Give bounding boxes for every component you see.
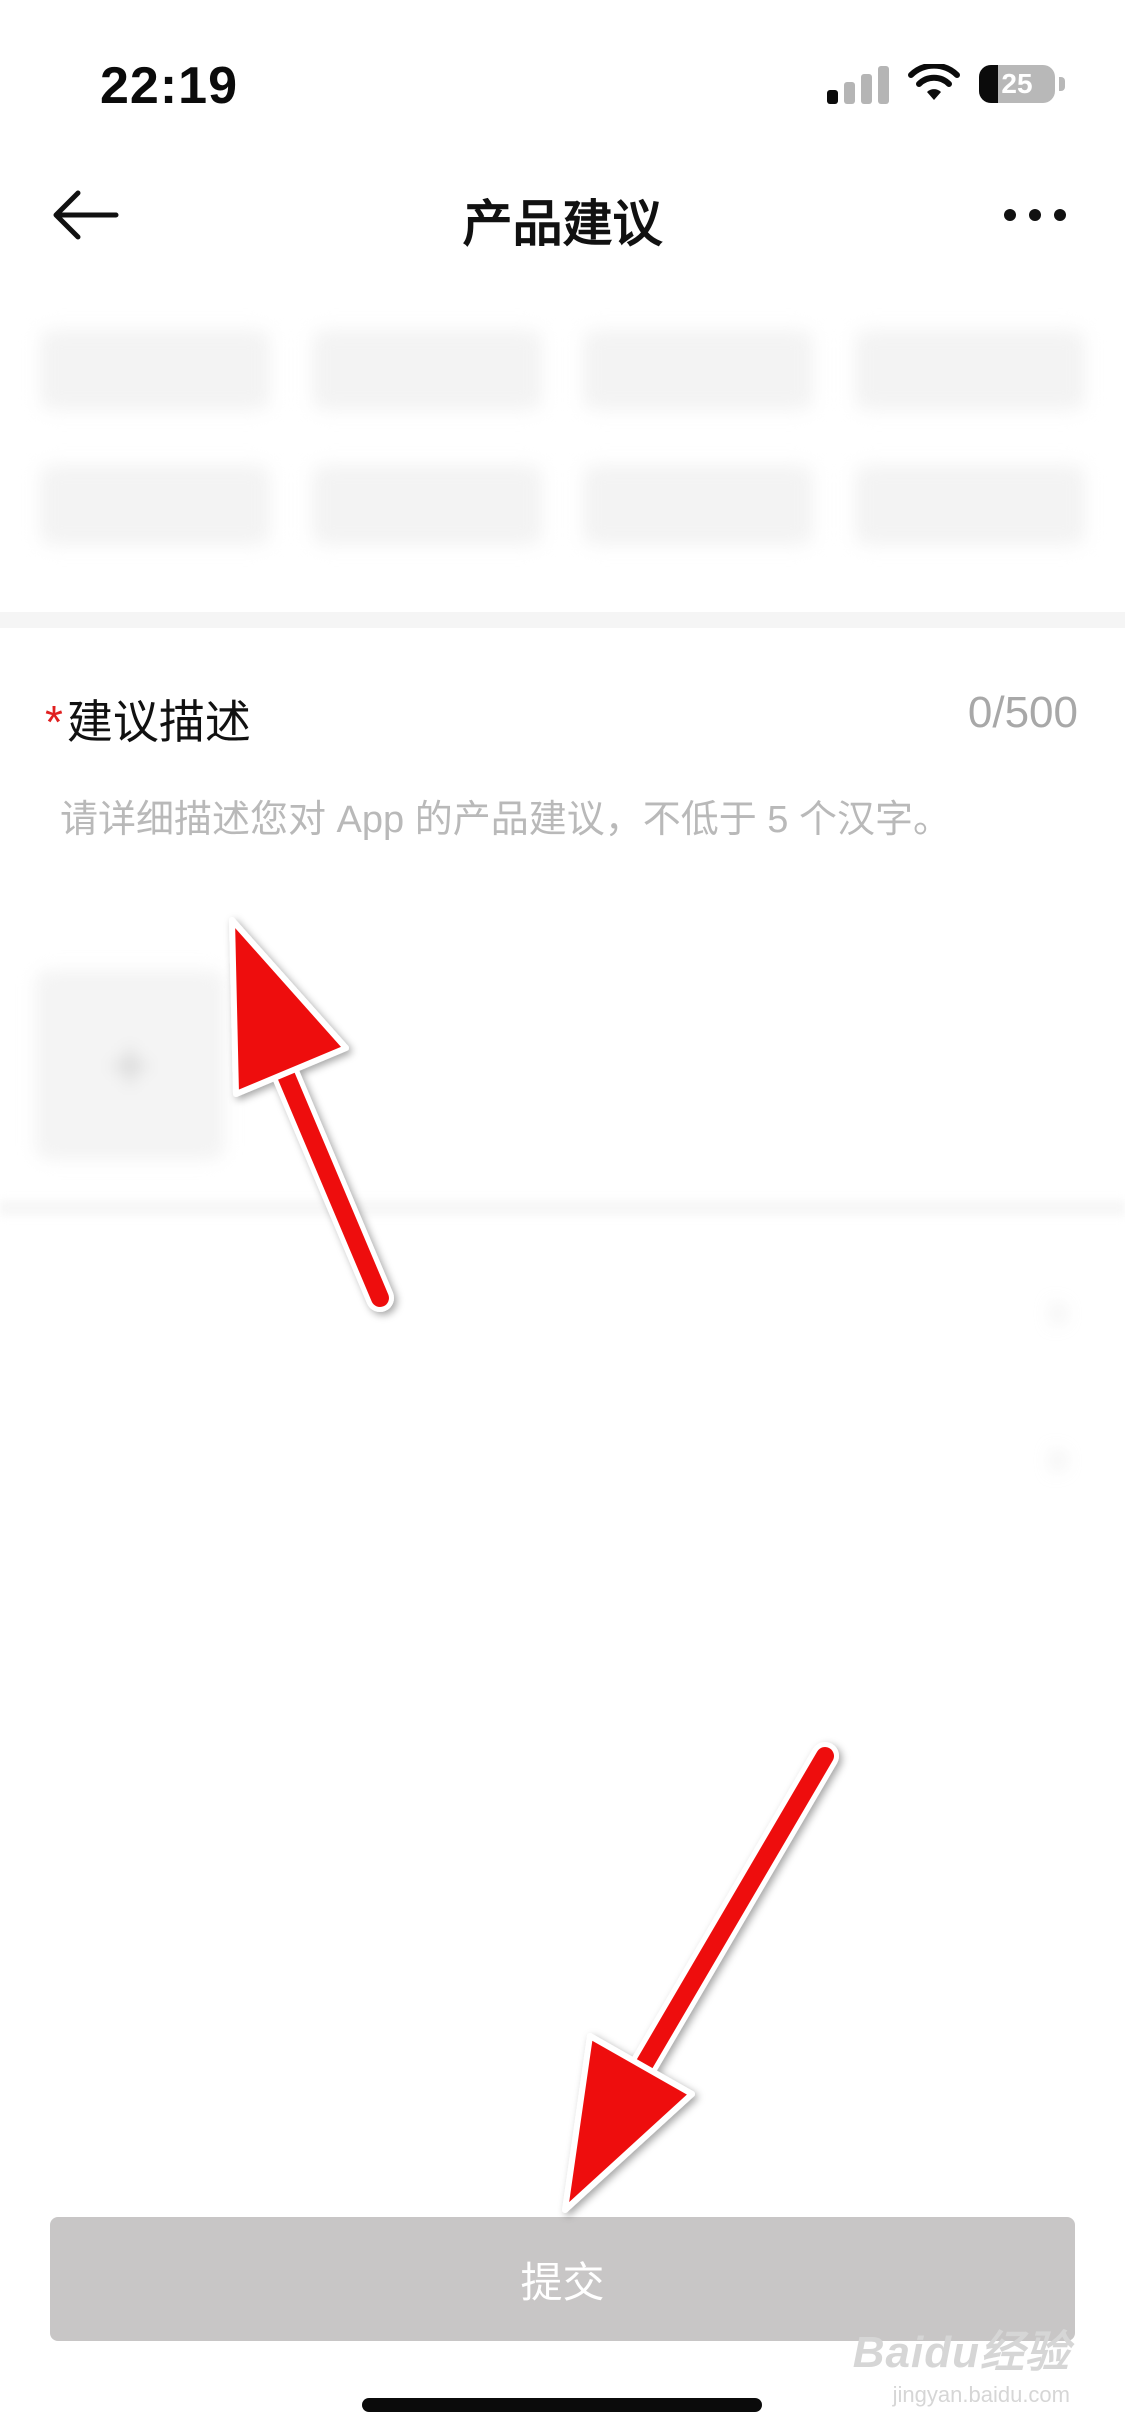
status-icons: 25 [827, 64, 1065, 104]
wifi-icon [908, 64, 960, 100]
required-mark: * [45, 696, 63, 748]
form-row-blurred[interactable]: › [40, 1258, 1085, 1368]
watermark-brand: Baidu经验 [852, 2328, 1070, 2377]
description-input[interactable] [45, 770, 1080, 920]
description-label-text: 建议描述 [66, 696, 251, 748]
battery-cap [1059, 77, 1065, 91]
category-row [40, 465, 1085, 555]
battery-icon: 25 [979, 65, 1055, 103]
section-divider [0, 612, 1125, 628]
category-chip[interactable] [583, 330, 814, 410]
description-label: *建议描述 [45, 686, 251, 752]
status-time: 22:19 [100, 57, 238, 115]
nav-bar: 产品建议 [0, 150, 1125, 280]
category-chip[interactable] [311, 465, 542, 545]
chevron-right-icon: › [1050, 1433, 1065, 1482]
chevron-right-icon: › [1050, 1286, 1065, 1335]
page-title: 产品建议 [462, 196, 663, 252]
home-indicator[interactable] [362, 2398, 762, 2412]
battery-level: 25 [1001, 68, 1033, 99]
category-chip[interactable] [311, 330, 542, 410]
form-row-blurred[interactable]: › [40, 1405, 1085, 1515]
category-chip[interactable] [583, 465, 814, 545]
baidu-watermark: Baidu经验 jingyan.baidu.com [853, 2316, 1070, 2408]
watermark-url: jingyan.baidu.com [892, 2382, 1070, 2407]
more-dots-icon [1004, 209, 1066, 221]
image-upload-button[interactable]: + [35, 970, 225, 1160]
character-counter: 0/500 [967, 688, 1078, 737]
section-divider [0, 1200, 1125, 1216]
annotation-arrow-down [562, 1742, 839, 2213]
category-chip[interactable] [854, 330, 1085, 410]
cellular-signal-icon [827, 64, 889, 104]
category-row [40, 330, 1085, 420]
status-bar: 22:19 25 [0, 0, 1125, 140]
plus-icon: + [109, 1026, 151, 1104]
category-chip[interactable] [40, 330, 270, 410]
category-chip[interactable] [40, 465, 270, 545]
category-chip[interactable] [854, 465, 1085, 545]
category-grid-blurred [0, 300, 1125, 600]
annotation-arrow-up [229, 917, 394, 1312]
more-button[interactable] [985, 180, 1085, 250]
